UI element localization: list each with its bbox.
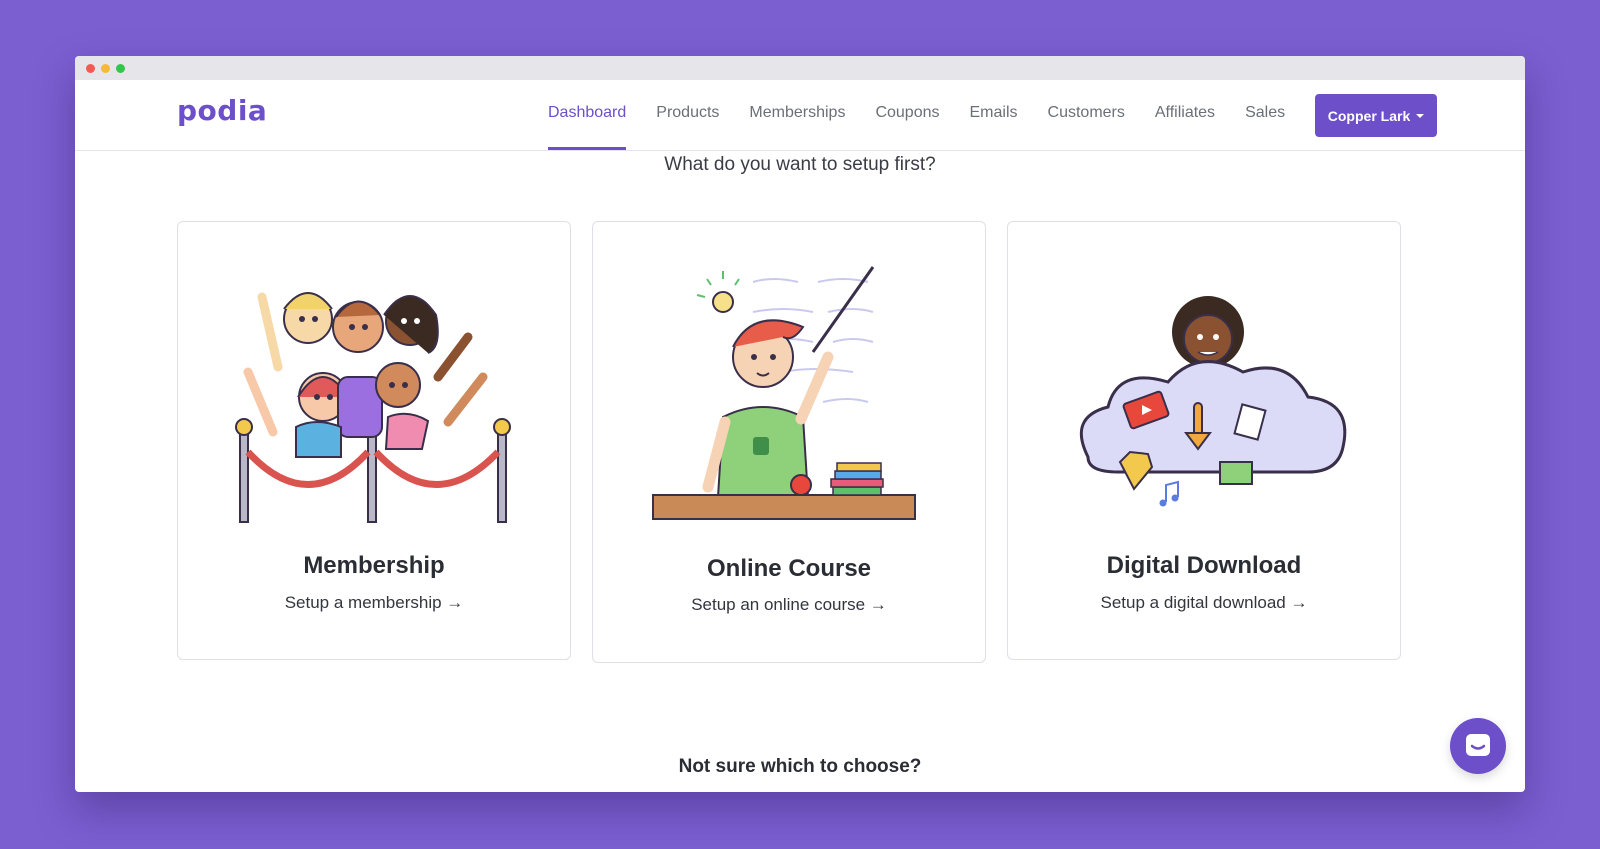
browser-window: podia Dashboard Products Memberships Cou… bbox=[75, 56, 1525, 792]
help-question: Not sure which to choose? bbox=[678, 756, 922, 777]
maximize-window-dot[interactable] bbox=[116, 64, 125, 73]
account-name: Copper Lark bbox=[1327, 107, 1411, 124]
nav-sales[interactable]: Sales bbox=[1245, 80, 1285, 150]
nav-dashboard[interactable]: Dashboard bbox=[548, 80, 627, 150]
online-course-card[interactable]: Online Course Setup an online course → bbox=[592, 221, 986, 663]
membership-card[interactable]: Membership Setup a membership → bbox=[177, 221, 571, 660]
minimize-window-dot[interactable] bbox=[101, 64, 110, 73]
nav-customers[interactable]: Customers bbox=[1048, 80, 1125, 150]
top-navbar: podia Dashboard Products Memberships Cou… bbox=[75, 80, 1525, 151]
chat-bubble-icon bbox=[1466, 734, 1490, 756]
account-menu-button[interactable]: Copper Lark bbox=[1315, 94, 1437, 137]
nav-emails[interactable]: Emails bbox=[970, 80, 1018, 150]
card-title: Online Course bbox=[706, 555, 872, 582]
digital-download-card[interactable]: Digital Download Setup a digital downloa… bbox=[1007, 221, 1401, 660]
window-titlebar bbox=[75, 56, 1525, 80]
nav-affiliates[interactable]: Affiliates bbox=[1155, 80, 1215, 150]
setup-digital-download-link[interactable]: Setup a digital download → bbox=[1008, 593, 1400, 613]
card-title: Membership bbox=[303, 552, 445, 579]
setup-online-course-link[interactable]: Setup an online course → bbox=[593, 595, 985, 615]
podia-logo[interactable]: podia bbox=[177, 94, 267, 127]
nav-products[interactable]: Products bbox=[656, 80, 719, 150]
setup-prompt: What do you want to setup first? bbox=[664, 154, 936, 175]
cloud-download-illustration bbox=[1079, 296, 1347, 507]
nav-memberships[interactable]: Memberships bbox=[749, 80, 845, 150]
teacher-illustration bbox=[652, 266, 916, 520]
caret-down-icon bbox=[1416, 113, 1425, 118]
card-title: Digital Download bbox=[1106, 552, 1302, 579]
main-nav: Dashboard Products Memberships Coupons E… bbox=[548, 80, 1315, 150]
nav-coupons[interactable]: Coupons bbox=[875, 80, 939, 150]
close-window-dot[interactable] bbox=[86, 64, 95, 73]
chat-launcher-button[interactable] bbox=[1450, 718, 1506, 774]
setup-membership-link[interactable]: Setup a membership → bbox=[178, 593, 570, 613]
membership-crowd-illustration bbox=[235, 292, 511, 523]
